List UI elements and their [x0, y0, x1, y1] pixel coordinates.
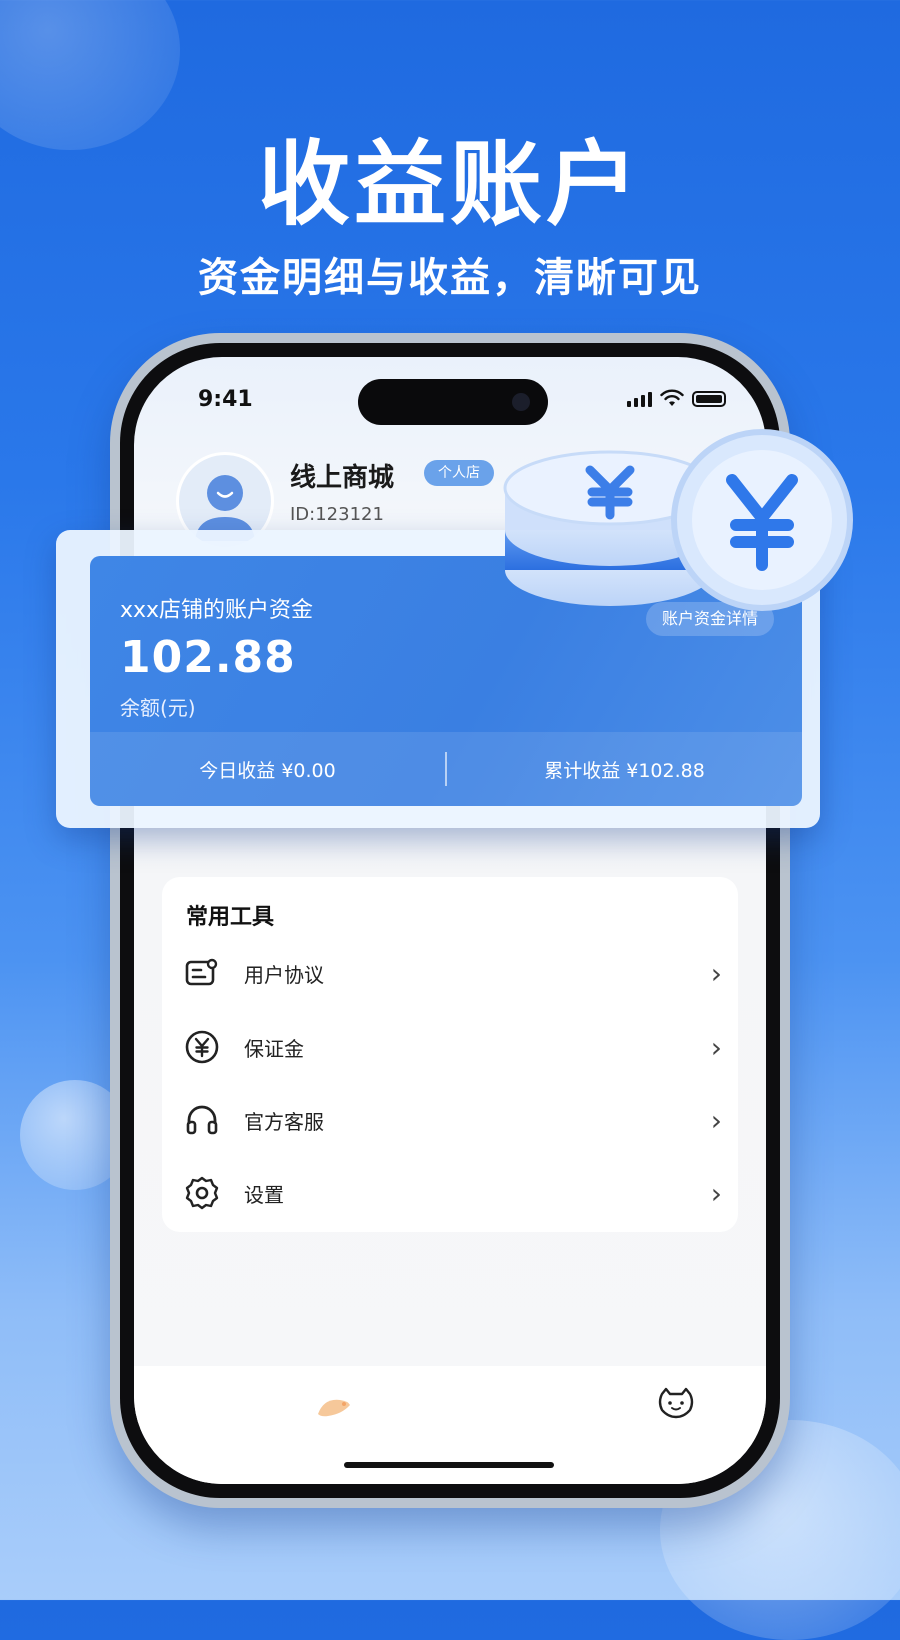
tab-home[interactable]	[314, 1392, 354, 1426]
status-icons	[627, 389, 726, 407]
hero-title: 收益账户	[257, 131, 642, 238]
balance-amount: 102.88	[120, 632, 296, 683]
home-tab-icon	[318, 1399, 350, 1417]
store-type-badge: 个人店	[424, 460, 494, 486]
tool-label: 设置	[244, 1182, 284, 1207]
tool-label: 保证金	[244, 1036, 304, 1061]
tool-item-deposit[interactable]: 保证金 ›	[182, 1017, 722, 1077]
tool-item-settings[interactable]: 设置 ›	[182, 1163, 722, 1223]
tool-label: 官方客服	[244, 1109, 324, 1134]
tool-item-user-agreement[interactable]: 用户协议 ›	[182, 943, 722, 1003]
status-time: 9:41	[198, 387, 253, 412]
today-income: 今日收益 ¥0.00	[199, 759, 336, 782]
balance-title: xxx店铺的账户资金	[120, 598, 314, 623]
tab-bar	[134, 1366, 766, 1484]
gear-icon	[182, 1173, 222, 1213]
battery-icon	[692, 391, 726, 407]
tool-label: 用户协议	[244, 962, 324, 987]
chevron-right-icon: ›	[710, 1030, 722, 1064]
chevron-right-icon: ›	[710, 956, 722, 990]
yuan-circle-icon	[182, 1027, 222, 1067]
dynamic-island	[358, 379, 548, 425]
agreement-icon	[182, 953, 222, 993]
store-id: ID:123121	[290, 504, 384, 525]
total-income: 累计收益 ¥102.88	[544, 759, 705, 782]
tools-title: 常用工具	[186, 905, 275, 930]
common-tools-card: 常用工具 用户协议 › 保证金 › 官方客服 › 设置 ›	[162, 877, 738, 1232]
chevron-right-icon: ›	[710, 1176, 722, 1210]
hero-subtitle: 资金明细与收益，清晰可见	[198, 255, 702, 301]
chevron-right-icon: ›	[710, 1103, 722, 1137]
tool-item-customer-service[interactable]: 官方客服 ›	[182, 1090, 722, 1150]
store-name: 线上商城	[290, 463, 395, 493]
income-summary: 今日收益 ¥0.00 累计收益 ¥102.88	[90, 732, 802, 806]
tab-profile[interactable]	[656, 1386, 696, 1424]
yuan-coins-illustration	[503, 429, 853, 611]
cat-face-icon	[658, 1387, 694, 1419]
balance-unit-label: 余额(元)	[120, 696, 196, 720]
wifi-icon	[660, 389, 684, 406]
signal-icon	[627, 392, 652, 407]
headset-icon	[182, 1100, 222, 1140]
home-indicator	[344, 1462, 554, 1468]
